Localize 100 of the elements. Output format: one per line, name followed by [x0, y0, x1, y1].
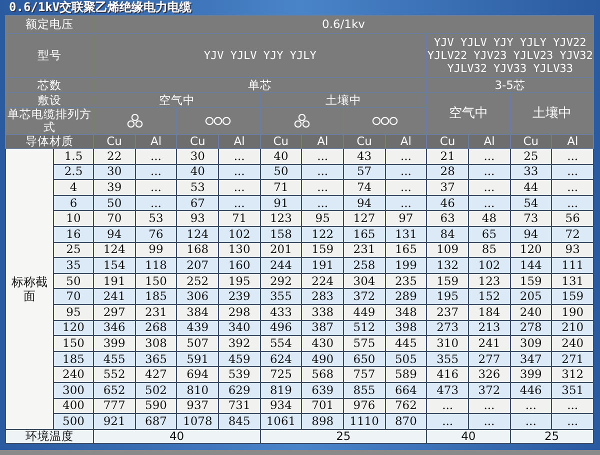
- table-cell: 241: [468, 336, 510, 352]
- table-cell: 127: [343, 210, 386, 226]
- table-cell: 694: [176, 366, 218, 382]
- table-cell: 235: [385, 273, 427, 289]
- table-cell: 123: [260, 210, 302, 226]
- header-cell: YJV YJLV YJY YJLY YJV22 YJLV22 YJV23 YJLV23 YJV32 YJLV32 YJV33 YJLV33: [426, 34, 594, 78]
- circle-trio-icon: [292, 113, 312, 129]
- table-cell: 237: [426, 304, 468, 320]
- table-cell: 575: [343, 336, 386, 352]
- size-cell: 4: [54, 180, 94, 196]
- header-cell: 0.6/1kv: [94, 16, 594, 34]
- table-cell: ...: [552, 398, 594, 414]
- table-cell: 304: [343, 273, 386, 289]
- table-cell: 725: [260, 366, 302, 382]
- table-cell: 74: [343, 180, 386, 196]
- table-cell: 25: [260, 429, 427, 444]
- table-cell: 25: [510, 148, 552, 164]
- row-label: 标称截面: [6, 148, 54, 430]
- table-cell: ...: [468, 195, 510, 211]
- table-cell: 365: [135, 351, 177, 367]
- table-cell: 199: [385, 258, 427, 274]
- table-cell: ...: [468, 164, 510, 180]
- row-label: 敷设: [6, 92, 94, 108]
- table-cell: 21: [426, 148, 468, 164]
- table-cell: 50: [94, 195, 136, 211]
- size-cell: 400: [54, 398, 94, 414]
- table-cell: 25: [510, 429, 594, 444]
- table-cell: ...: [510, 414, 552, 430]
- table-cell: 338: [302, 304, 344, 320]
- size-cell: 6: [54, 195, 94, 211]
- table-cell: 131: [385, 226, 427, 242]
- table-cell: 777: [94, 398, 136, 414]
- table-cell: 30: [94, 164, 136, 180]
- table-cell: ...: [552, 164, 594, 180]
- table-cell: 160: [218, 258, 260, 274]
- table-cell: 84: [426, 226, 468, 242]
- column-header: Cu: [510, 134, 552, 148]
- table-cell: ...: [468, 398, 510, 414]
- table-cell: 152: [468, 288, 510, 304]
- table-cell: 399: [94, 336, 136, 352]
- table-cell: 309: [510, 336, 552, 352]
- table-cell: 687: [135, 414, 177, 430]
- table-cell: 102: [468, 258, 510, 274]
- column-header: Al: [552, 134, 594, 148]
- table-cell: 40: [260, 148, 302, 164]
- table-cell: 355: [260, 288, 302, 304]
- table-cell: 48: [468, 210, 510, 226]
- table-cell: 44: [510, 180, 552, 196]
- header-cell: 土壤中: [510, 92, 594, 134]
- table-cell: 231: [343, 242, 386, 258]
- column-header: Al: [218, 134, 260, 148]
- table-cell: 664: [385, 382, 427, 398]
- table-cell: 94: [510, 226, 552, 242]
- size-cell: 35: [54, 258, 94, 274]
- table-cell: 289: [385, 288, 427, 304]
- row-label: 环境温度: [6, 429, 94, 444]
- column-header: Cu: [426, 134, 468, 148]
- table-cell: 252: [176, 273, 218, 289]
- table-cell: 496: [260, 320, 302, 336]
- table-cell: ...: [135, 195, 177, 211]
- table-cell: 629: [218, 382, 260, 398]
- table-cell: 130: [218, 242, 260, 258]
- table-cell: 446: [510, 382, 552, 398]
- column-header: Cu: [343, 134, 386, 148]
- table-cell: 934: [260, 398, 302, 414]
- table-cell: 898: [302, 414, 344, 430]
- table-cell: 308: [135, 336, 177, 352]
- table-cell: 124: [176, 226, 218, 242]
- table-cell: 552: [94, 366, 136, 382]
- size-cell: 16: [54, 226, 94, 242]
- table-cell: 165: [385, 242, 427, 258]
- table-cell: 99: [135, 242, 177, 258]
- table-cell: 168: [176, 242, 218, 258]
- table-cell: 132: [426, 258, 468, 274]
- table-cell: 459: [218, 351, 260, 367]
- size-cell: 10: [54, 210, 94, 226]
- size-cell: 185: [54, 351, 94, 367]
- table-cell: 855: [343, 382, 386, 398]
- table-cell: ...: [552, 195, 594, 211]
- table-cell: 387: [302, 320, 344, 336]
- table-cell: 591: [176, 351, 218, 367]
- table-cell: 490: [302, 351, 344, 367]
- table-cell: 921: [94, 414, 136, 430]
- table-cell: 195: [426, 288, 468, 304]
- table-cell: 624: [260, 351, 302, 367]
- table-cell: 73: [510, 210, 552, 226]
- row-label: 型号: [6, 34, 94, 78]
- table-cell: 93: [176, 210, 218, 226]
- table-cell: 43: [343, 148, 386, 164]
- row-label: 导体材质: [6, 134, 94, 148]
- table-cell: 258: [343, 258, 386, 274]
- table-cell: 191: [302, 258, 344, 274]
- table-cell: ...: [218, 195, 260, 211]
- table-cell: 76: [135, 226, 177, 242]
- table-cell: 57: [343, 164, 386, 180]
- table-cell: 372: [343, 288, 386, 304]
- row-label: 额定电压: [6, 16, 94, 34]
- table-cell: ...: [385, 164, 427, 180]
- table-cell: ...: [468, 180, 510, 196]
- table-cell: 95: [302, 210, 344, 226]
